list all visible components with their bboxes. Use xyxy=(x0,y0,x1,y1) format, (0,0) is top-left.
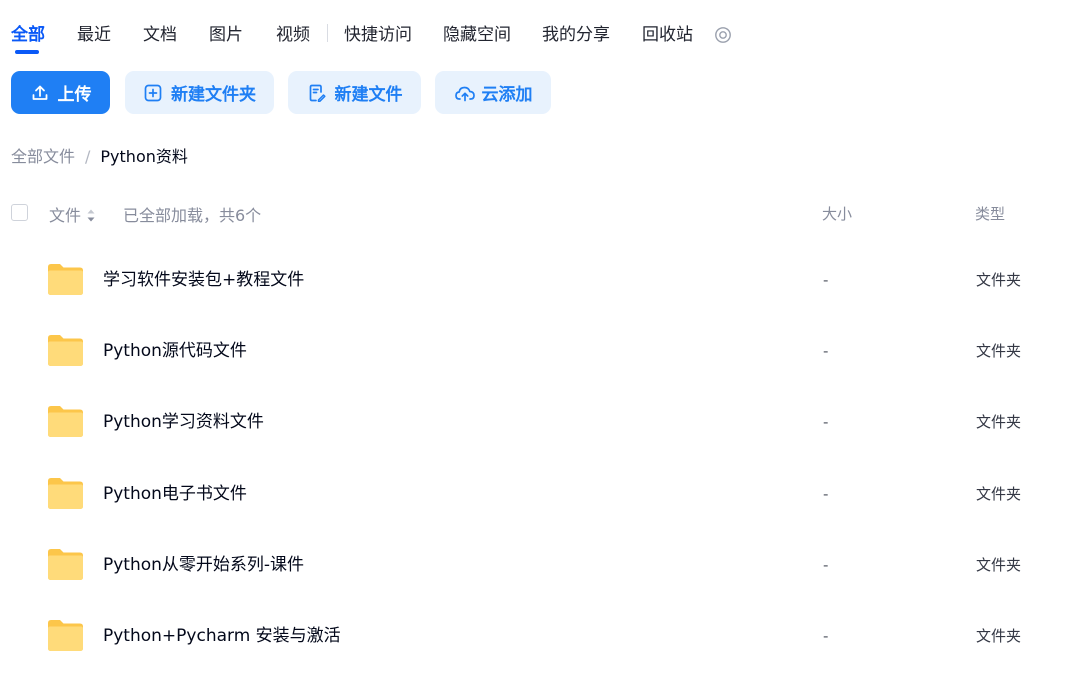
select-all-checkbox[interactable] xyxy=(11,204,28,221)
file-size: - xyxy=(823,626,829,645)
file-type: 文件夹 xyxy=(976,413,1022,432)
cloud-add-button[interactable]: 云添加 xyxy=(435,71,551,114)
tab-recent[interactable]: 最近 xyxy=(77,22,111,48)
folder-icon xyxy=(47,334,84,367)
folder-icon xyxy=(47,477,84,510)
tab-documents[interactable]: 文档 xyxy=(143,22,177,48)
file-size: - xyxy=(823,484,829,503)
upload-button-label: 上传 xyxy=(57,85,92,105)
file-name[interactable]: Python从零开始系列-课件 xyxy=(103,553,304,577)
file-size: - xyxy=(823,555,829,574)
breadcrumb-separator: / xyxy=(85,147,91,166)
file-row[interactable]: Python+Pycharm 安装与激活 - 文件夹 xyxy=(0,600,1080,671)
file-type: 文件夹 xyxy=(976,626,1022,645)
tab-recycle-bin[interactable]: 回收站 xyxy=(642,22,693,48)
file-name[interactable]: Python学习资料文件 xyxy=(103,410,264,434)
file-size: - xyxy=(823,342,829,361)
file-size: - xyxy=(823,413,829,432)
breadcrumb-current: Python资料 xyxy=(100,147,188,166)
upload-icon xyxy=(30,83,50,103)
file-list-header: 文件 已全部加载，共6个 大小 类型 xyxy=(0,200,1080,226)
breadcrumb-root-link[interactable]: 全部文件 xyxy=(11,147,75,166)
file-type: 文件夹 xyxy=(976,342,1022,361)
new-file-button[interactable]: 新建文件 xyxy=(288,71,421,114)
file-row[interactable]: Python从零开始系列-课件 - 文件夹 xyxy=(0,529,1080,600)
breadcrumb: 全部文件 / Python资料 xyxy=(11,146,188,168)
column-header-size: 大小 xyxy=(822,205,853,223)
new-folder-button-label: 新建文件夹 xyxy=(171,85,256,105)
column-header-type: 类型 xyxy=(975,205,1006,223)
tab-settings-icon[interactable] xyxy=(714,26,732,44)
tab-divider xyxy=(327,24,328,42)
file-type: 文件夹 xyxy=(976,484,1022,503)
file-name[interactable]: Python源代码文件 xyxy=(103,339,247,363)
sort-icon[interactable] xyxy=(87,207,95,222)
tab-quick-access[interactable]: 快捷访问 xyxy=(344,22,412,48)
load-status-text: 已全部加载，共6个 xyxy=(123,206,262,225)
file-type: 文件夹 xyxy=(976,271,1022,289)
tab-my-shares[interactable]: 我的分享 xyxy=(542,22,610,48)
file-manager-page: 全部 最近 文档 图片 视频 快捷访问 隐藏空间 我的分享 回收站 上传 新建文… xyxy=(0,0,1080,696)
cloud-add-button-label: 云添加 xyxy=(481,85,533,105)
upload-button[interactable]: 上传 xyxy=(11,71,110,114)
new-file-button-label: 新建文件 xyxy=(334,85,403,105)
tab-all[interactable]: 全部 xyxy=(11,22,45,48)
file-name[interactable]: Python电子书文件 xyxy=(103,482,247,506)
active-tab-indicator xyxy=(15,50,39,54)
tab-hidden-space[interactable]: 隐藏空间 xyxy=(443,22,511,48)
file-list: 学习软件安装包+教程文件 - 文件夹 Python源代码文件 - 文件夹 Pyt… xyxy=(0,244,1080,671)
folder-icon xyxy=(47,548,84,581)
file-row[interactable]: Python电子书文件 - 文件夹 xyxy=(0,458,1080,529)
file-row[interactable]: 学习软件安装包+教程文件 - 文件夹 xyxy=(0,244,1080,315)
cloud-upload-icon xyxy=(454,83,475,103)
file-size: - xyxy=(823,271,829,289)
folder-icon xyxy=(47,263,84,296)
folder-icon xyxy=(47,405,84,438)
file-row[interactable]: Python源代码文件 - 文件夹 xyxy=(0,315,1080,386)
file-type: 文件夹 xyxy=(976,555,1022,574)
folder-icon xyxy=(47,619,84,652)
new-folder-button[interactable]: 新建文件夹 xyxy=(125,71,274,114)
file-row[interactable]: Python学习资料文件 - 文件夹 xyxy=(0,386,1080,457)
file-name[interactable]: Python+Pycharm 安装与激活 xyxy=(103,624,341,648)
folder-plus-icon xyxy=(143,83,163,103)
file-edit-icon xyxy=(307,83,327,103)
column-header-name[interactable]: 文件 xyxy=(49,202,81,226)
file-name[interactable]: 学习软件安装包+教程文件 xyxy=(103,268,304,292)
tab-videos[interactable]: 视频 xyxy=(276,22,310,48)
tab-images[interactable]: 图片 xyxy=(209,22,243,48)
